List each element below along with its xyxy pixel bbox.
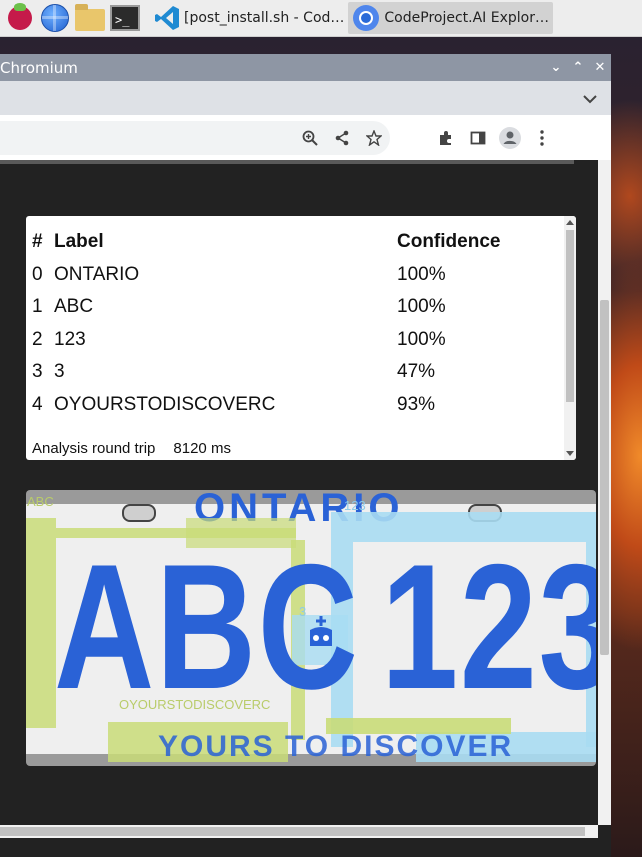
row-label: OYOURSTODISCOVERC bbox=[54, 393, 276, 415]
roundtrip-info: Analysis round trip 8120 ms bbox=[32, 440, 231, 457]
row-confidence: 47% bbox=[397, 361, 436, 383]
content-divider bbox=[0, 160, 574, 164]
raspberry-pi-menu-button[interactable] bbox=[5, 3, 35, 33]
column-header-label: Label bbox=[54, 231, 104, 253]
maximize-button[interactable]: ⌃ bbox=[567, 60, 589, 75]
browser-window: Chromium ⌄ ⌃ ✕ # Label Confidence 0 ONTA… bbox=[0, 54, 611, 857]
row-confidence: 100% bbox=[397, 263, 446, 285]
plate-right-characters: 123 bbox=[381, 527, 596, 726]
browser-toolbar bbox=[0, 115, 611, 162]
bookmark-star-icon[interactable] bbox=[358, 130, 390, 146]
terminal-launcher[interactable]: >_ bbox=[110, 3, 140, 33]
taskbar: >_ [post_install.sh - Cod… CodeProject.A… bbox=[0, 0, 642, 37]
page-vertical-scrollbar[interactable] bbox=[598, 160, 611, 825]
task-label: CodeProject.AI Explor… bbox=[384, 10, 549, 26]
row-index: 1 bbox=[32, 296, 43, 318]
globe-icon bbox=[41, 4, 69, 32]
row-index: 4 bbox=[32, 393, 43, 415]
raspberry-icon bbox=[8, 3, 32, 30]
scrollbar-thumb[interactable] bbox=[566, 230, 574, 402]
roundtrip-label: Analysis round trip bbox=[32, 440, 156, 457]
task-chromium[interactable]: CodeProject.AI Explor… bbox=[348, 2, 553, 34]
row-index: 0 bbox=[32, 263, 43, 285]
row-index: 3 bbox=[32, 361, 43, 383]
table-row: 3 3 47% bbox=[32, 356, 537, 389]
table-row: 0 ONTARIO 100% bbox=[32, 259, 537, 292]
license-plate-image: ONTARIO ABC 123 YOURS TO DISCOVER ABC 12… bbox=[26, 490, 596, 766]
results-scrollbar[interactable] bbox=[564, 216, 576, 460]
column-header-confidence: Confidence bbox=[397, 231, 501, 253]
task-label: [post_install.sh - Cod… bbox=[184, 10, 345, 26]
tab-strip bbox=[0, 81, 611, 115]
row-label: 3 bbox=[54, 361, 65, 383]
scroll-down-arrow[interactable] bbox=[566, 451, 574, 456]
chromium-icon bbox=[352, 4, 380, 32]
row-confidence: 93% bbox=[397, 393, 436, 415]
side-panel-icon[interactable] bbox=[462, 130, 494, 146]
results-table: # Label Confidence 0 ONTARIO 100% 1 ABC … bbox=[32, 226, 537, 421]
terminal-icon: >_ bbox=[110, 5, 140, 31]
row-confidence: 100% bbox=[397, 328, 446, 350]
web-browser-launcher[interactable] bbox=[40, 3, 70, 33]
table-row: 1 ABC 100% bbox=[32, 291, 537, 324]
plate-slogan-text: YOURS TO DISCOVER bbox=[158, 730, 514, 763]
file-manager-launcher[interactable] bbox=[75, 3, 105, 33]
bolt-hole bbox=[122, 504, 156, 522]
zoom-icon[interactable] bbox=[294, 130, 326, 146]
detection-label-123: 123 bbox=[344, 498, 366, 513]
window-titlebar: Chromium ⌄ ⌃ ✕ bbox=[0, 54, 611, 81]
share-icon[interactable] bbox=[326, 130, 358, 146]
column-header-index: # bbox=[32, 231, 43, 253]
tab-search-button[interactable] bbox=[583, 89, 597, 108]
window-title: Chromium bbox=[0, 58, 78, 77]
table-row: 4 OYOURSTODISCOVERC 93% bbox=[32, 389, 537, 422]
menu-kebab-icon[interactable] bbox=[526, 130, 558, 146]
extensions-icon[interactable] bbox=[430, 130, 462, 146]
vscode-icon bbox=[154, 5, 180, 31]
close-button[interactable]: ✕ bbox=[589, 60, 611, 75]
results-panel: # Label Confidence 0 ONTARIO 100% 1 ABC … bbox=[26, 216, 576, 460]
minimize-button[interactable]: ⌄ bbox=[545, 60, 567, 75]
folder-icon bbox=[75, 4, 105, 31]
row-label: 123 bbox=[54, 328, 86, 350]
detection-label-3: 3 bbox=[299, 604, 307, 619]
table-header-row: # Label Confidence bbox=[32, 226, 537, 259]
address-bar[interactable] bbox=[0, 121, 390, 155]
crown-emblem-icon bbox=[308, 616, 334, 656]
task-vscode[interactable]: [post_install.sh - Cod… bbox=[150, 2, 348, 34]
detection-box-abc bbox=[26, 518, 56, 728]
row-label: ABC bbox=[54, 296, 94, 318]
scrollbar-thumb[interactable] bbox=[600, 300, 609, 655]
roundtrip-value: 8120 ms bbox=[173, 440, 231, 457]
detection-label-slogan: OYOURSTODISCOVERC bbox=[119, 697, 271, 712]
profile-avatar-icon[interactable] bbox=[494, 127, 526, 149]
row-index: 2 bbox=[32, 328, 43, 350]
page-content: # Label Confidence 0 ONTARIO 100% 1 ABC … bbox=[0, 160, 598, 825]
row-label: ONTARIO bbox=[54, 263, 140, 285]
row-confidence: 100% bbox=[397, 296, 446, 318]
table-row: 2 123 100% bbox=[32, 324, 537, 357]
scrollbar-thumb[interactable] bbox=[0, 827, 585, 836]
scroll-up-arrow[interactable] bbox=[566, 220, 574, 225]
detection-label-abc: ABC bbox=[27, 494, 54, 509]
page-horizontal-scrollbar[interactable] bbox=[0, 825, 598, 838]
